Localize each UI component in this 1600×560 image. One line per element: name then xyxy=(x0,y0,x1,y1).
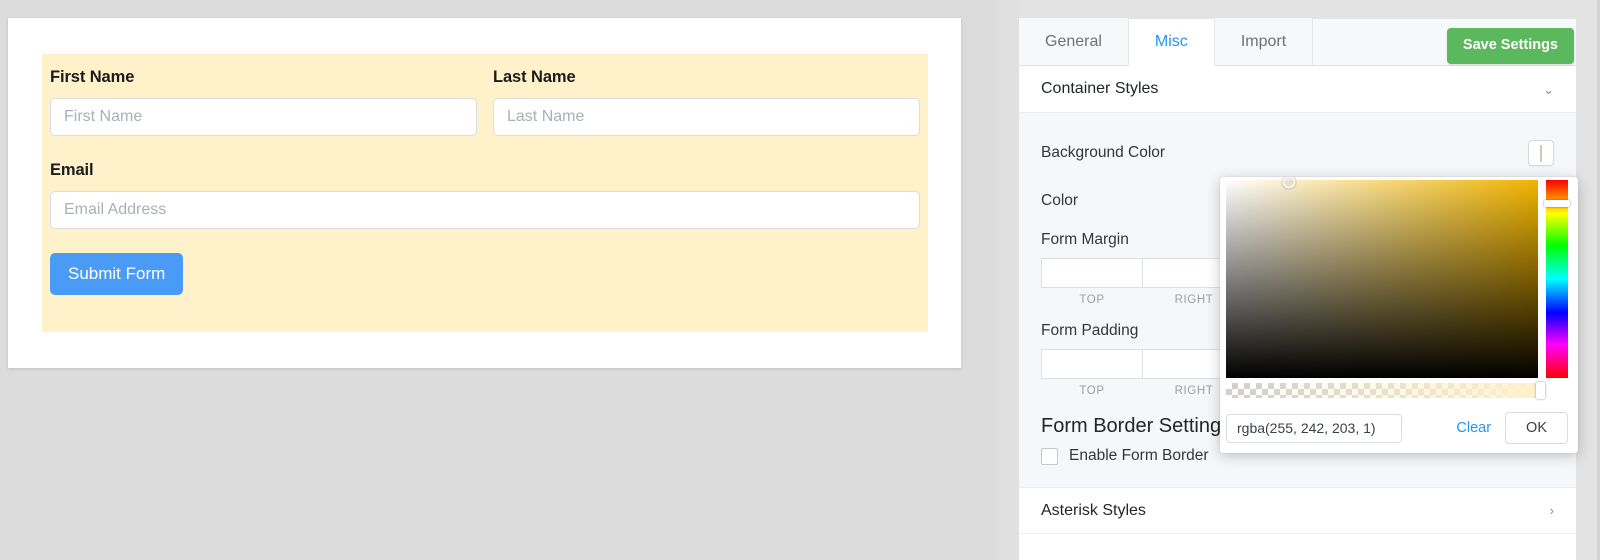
tab-import[interactable]: Import xyxy=(1215,18,1313,65)
first-name-input[interactable] xyxy=(50,98,477,136)
form-padding-top-cell: TOP xyxy=(1041,349,1143,397)
row-spacer xyxy=(42,136,928,161)
form-margin-top-sublabel: TOP xyxy=(1041,294,1143,306)
form-margin-top-input[interactable] xyxy=(1041,258,1143,288)
last-name-input[interactable] xyxy=(493,98,920,136)
saturation-handle xyxy=(1283,177,1296,189)
form-preview-card: First Name Last Name Email Submit Form xyxy=(8,18,961,368)
hue-slider[interactable] xyxy=(1546,180,1568,378)
email-row: Email xyxy=(42,161,928,229)
email-label: Email xyxy=(50,161,920,179)
submit-form-button[interactable]: Submit Form xyxy=(50,253,183,295)
setting-row-background-color: Background Color xyxy=(1041,129,1554,177)
chevron-down-icon: ⌄ xyxy=(1543,83,1554,96)
first-name-field: First Name xyxy=(50,68,477,136)
enable-form-border-label[interactable]: Enable Form Border xyxy=(1069,447,1209,465)
color-picker-footer: Clear OK xyxy=(1220,403,1578,453)
background-color-swatch xyxy=(1540,145,1542,162)
color-picker-top xyxy=(1220,177,1578,378)
form-margin-top-cell: TOP xyxy=(1041,258,1143,306)
hue-slider-handle xyxy=(1544,200,1570,207)
last-name-field: Last Name xyxy=(493,68,920,136)
app-root: First Name Last Name Email Submit Form xyxy=(0,0,1600,560)
section-header-container-styles[interactable]: Container Styles ⌄ xyxy=(1019,66,1576,113)
last-name-label: Last Name xyxy=(493,68,920,86)
section-title-asterisk-styles: Asterisk Styles xyxy=(1041,502,1146,520)
tab-general[interactable]: General xyxy=(1019,18,1129,65)
alpha-slider[interactable] xyxy=(1226,383,1542,398)
background-color-swatch-button[interactable] xyxy=(1528,140,1554,166)
save-settings-button[interactable]: Save Settings xyxy=(1447,28,1574,64)
saturation-value-area[interactable] xyxy=(1226,180,1538,378)
form-padding-top-input[interactable] xyxy=(1041,349,1143,379)
color-picker-popover: Clear OK xyxy=(1220,177,1578,453)
submit-row: Submit Form xyxy=(42,229,928,295)
chevron-right-icon: › xyxy=(1550,504,1554,517)
background-color-label: Background Color xyxy=(1041,144,1165,162)
form-padding-top-sublabel: TOP xyxy=(1041,385,1143,397)
section-header-asterisk-styles[interactable]: Asterisk Styles › xyxy=(1019,487,1576,534)
color-label: Color xyxy=(1041,192,1078,210)
tab-misc[interactable]: Misc xyxy=(1129,19,1215,66)
enable-form-border-checkbox[interactable] xyxy=(1041,448,1058,465)
name-row: First Name Last Name xyxy=(42,68,928,136)
panel-left-rail xyxy=(997,0,1019,560)
first-name-label: First Name xyxy=(50,68,477,86)
color-picker-ok-button[interactable]: OK xyxy=(1505,412,1568,444)
color-picker-clear-button[interactable]: Clear xyxy=(1450,412,1497,444)
email-input[interactable] xyxy=(50,191,920,229)
settings-tabs: General Misc Import Save Settings xyxy=(1019,19,1576,66)
alpha-slider-fill xyxy=(1226,383,1542,398)
section-title-container-styles: Container Styles xyxy=(1041,80,1158,98)
color-value-input[interactable] xyxy=(1226,414,1402,443)
email-field: Email xyxy=(50,161,920,229)
form-container: First Name Last Name Email Submit Form xyxy=(42,54,928,332)
